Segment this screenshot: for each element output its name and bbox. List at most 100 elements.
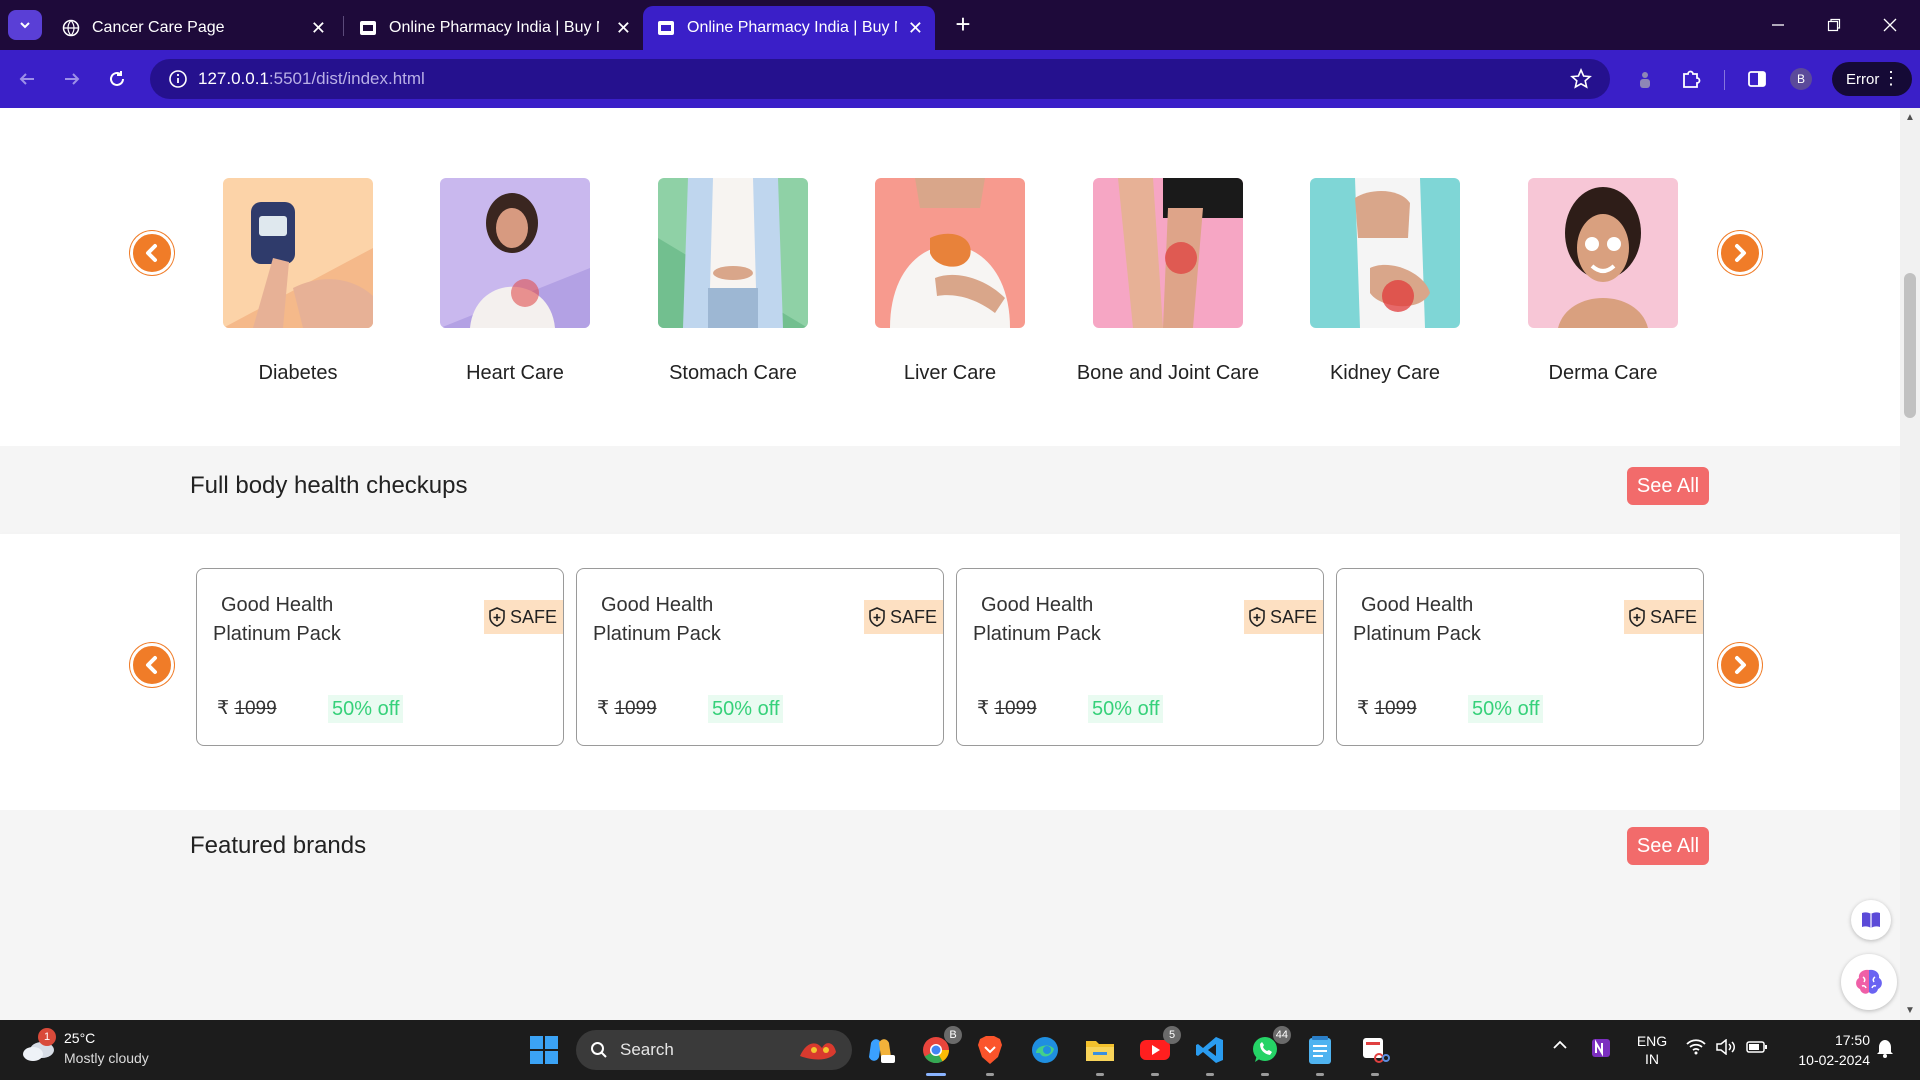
checkup-card[interactable]: Good Health Platinum Pack SAFE ₹ 1099 50%… — [576, 568, 944, 746]
category-stomach-care[interactable]: Stomach Care — [633, 178, 833, 385]
address-bar[interactable]: 127.0.0.1:5501/dist/index.html — [150, 59, 1610, 99]
extension-tiger-icon[interactable] — [1632, 66, 1658, 92]
tab-divider — [343, 16, 344, 36]
category-bone-joint-care[interactable]: Bone and Joint Care — [1068, 178, 1268, 385]
taskbar-search[interactable]: Search — [576, 1030, 852, 1070]
card-title: Good Health Platinum Pack — [213, 594, 341, 645]
folder-icon — [1086, 1041, 1114, 1061]
category-carousel: Diabetes Heart Care Stomach Care Liver C… — [0, 108, 1900, 446]
chevron-right-icon — [1735, 656, 1746, 674]
notifications-button[interactable] — [1876, 1038, 1894, 1062]
error-menu-button[interactable]: Error ⋮ — [1832, 62, 1912, 96]
brands-see-all-button[interactable]: See All — [1627, 827, 1709, 865]
os-taskbar: 1 25°C Mostly cloudy Search B 5 44 ENG I… — [0, 1020, 1920, 1080]
active-indicator — [926, 1073, 946, 1076]
safe-badge: SAFE — [1623, 600, 1703, 634]
forward-button[interactable] — [55, 62, 89, 96]
close-icon[interactable]: ✕ — [311, 18, 326, 38]
browser-toolbar: 127.0.0.1:5501/dist/index.html B Error ⋮ — [0, 50, 1920, 108]
pharmacy-favicon-icon — [657, 19, 675, 37]
scrollbar-thumb[interactable] — [1904, 273, 1916, 418]
clock-date: 10-02-2024 — [1798, 1052, 1870, 1068]
liver-care-image — [875, 178, 1025, 328]
shield-plus-icon — [1629, 607, 1645, 627]
whatsapp-app[interactable]: 44 — [1247, 1026, 1291, 1076]
weather-widget[interactable]: 1 25°C Mostly cloudy — [20, 1028, 170, 1072]
ai-brain-button[interactable] — [1841, 954, 1897, 1010]
vscode-app[interactable] — [1192, 1032, 1228, 1076]
checkup-card[interactable]: Good Health Platinum Pack SAFE ₹ 1099 50%… — [1336, 568, 1704, 746]
carousel-prev-button[interactable] — [130, 231, 174, 275]
file-explorer-app[interactable] — [1082, 1032, 1118, 1076]
notepad-app[interactable] — [1302, 1032, 1338, 1076]
edge-app[interactable] — [1027, 1032, 1063, 1068]
category-kidney-care[interactable]: Kidney Care — [1285, 178, 1485, 385]
copilot-app[interactable] — [862, 1032, 898, 1068]
chevron-left-icon — [146, 244, 157, 262]
extensions-puzzle-icon[interactable] — [1678, 66, 1704, 92]
tab-online-pharmacy-1[interactable]: Online Pharmacy India | Buy Me ✕ — [345, 6, 643, 50]
close-window-button[interactable] — [1870, 10, 1910, 40]
arrow-right-icon — [65, 73, 80, 85]
reader-mode-button[interactable] — [1851, 900, 1891, 940]
new-tab-button[interactable]: + — [950, 11, 976, 38]
tab-cancer-care[interactable]: Cancer Care Page ✕ — [48, 6, 338, 50]
running-indicator — [1261, 1073, 1269, 1076]
minimize-button[interactable] — [1758, 10, 1798, 40]
checkup-card[interactable]: Good Health Platinum Pack SAFE ₹ 1099 50%… — [956, 568, 1324, 746]
restore-button[interactable] — [1814, 10, 1854, 40]
page-scrollbar[interactable]: ▲ ▼ — [1900, 108, 1920, 1020]
card-price: ₹ 1099 — [1357, 698, 1417, 719]
side-panel-icon[interactable] — [1744, 66, 1770, 92]
checkups-next-button[interactable] — [1718, 643, 1762, 687]
volume-tray[interactable] — [1716, 1038, 1736, 1059]
checkups-prev-button[interactable] — [130, 643, 174, 687]
brave-app[interactable] — [972, 1032, 1008, 1076]
checkup-card[interactable]: Good Health Platinum Pack SAFE ₹ 1099 50%… — [196, 568, 564, 746]
back-button[interactable] — [10, 62, 44, 96]
checkups-title: Full body health checkups — [190, 472, 468, 499]
browser-tab-bar: Cancer Care Page ✕ Online Pharmacy India… — [0, 0, 1920, 50]
windows-logo-icon — [530, 1036, 558, 1064]
category-derma-care[interactable]: Derma Care — [1503, 178, 1703, 385]
tab-search-button[interactable] — [8, 10, 42, 40]
snipping-tool-app[interactable] — [1357, 1032, 1393, 1076]
start-button[interactable] — [526, 1032, 562, 1068]
category-label: Bone and Joint Care — [1076, 362, 1260, 384]
site-info-icon[interactable] — [158, 59, 198, 99]
close-icon[interactable]: ✕ — [908, 18, 923, 38]
wifi-tray[interactable] — [1686, 1039, 1706, 1059]
youtube-app[interactable]: 5 — [1137, 1026, 1181, 1076]
checkups-see-all-button[interactable]: See All — [1627, 467, 1709, 505]
category-diabetes[interactable]: Diabetes — [198, 178, 398, 385]
region-code: IN — [1645, 1051, 1659, 1067]
running-indicator — [1096, 1073, 1104, 1076]
language-indicator[interactable]: ENG IN — [1632, 1032, 1672, 1068]
category-label: Kidney Care — [1329, 362, 1441, 384]
category-heart-care[interactable]: Heart Care — [415, 178, 615, 385]
edge-icon — [1032, 1037, 1058, 1063]
category-liver-care[interactable]: Liver Care — [850, 178, 1050, 385]
shield-plus-icon — [489, 607, 505, 627]
close-icon[interactable]: ✕ — [616, 18, 631, 38]
tab-title: Online Pharmacy India | Buy Me — [389, 19, 599, 36]
onenote-tray[interactable] — [1590, 1037, 1612, 1063]
scroll-up-icon[interactable]: ▲ — [1905, 112, 1915, 123]
scroll-down-icon[interactable]: ▼ — [1905, 1005, 1915, 1016]
discount-label: 50% off — [1468, 695, 1544, 723]
carousel-next-button[interactable] — [1718, 231, 1762, 275]
battery-tray[interactable] — [1746, 1040, 1768, 1058]
brands-title: Featured brands — [190, 832, 367, 859]
profile-avatar[interactable]: B — [1790, 68, 1812, 90]
discount-label: 50% off — [708, 695, 784, 723]
speaker-icon — [1716, 1038, 1735, 1056]
bookmark-star-icon[interactable] — [1570, 67, 1592, 95]
system-clock[interactable]: 17:50 10-02-2024 — [1780, 1030, 1870, 1070]
running-indicator — [1206, 1073, 1214, 1076]
chrome-app[interactable]: B — [918, 1026, 962, 1076]
show-hidden-icons-button[interactable] — [1552, 1038, 1568, 1056]
copilot-icon — [869, 1039, 895, 1063]
tab-online-pharmacy-2[interactable]: Online Pharmacy India | Buy Me ✕ — [643, 6, 935, 50]
reload-button[interactable] — [100, 62, 134, 96]
chevron-down-icon — [20, 22, 30, 29]
